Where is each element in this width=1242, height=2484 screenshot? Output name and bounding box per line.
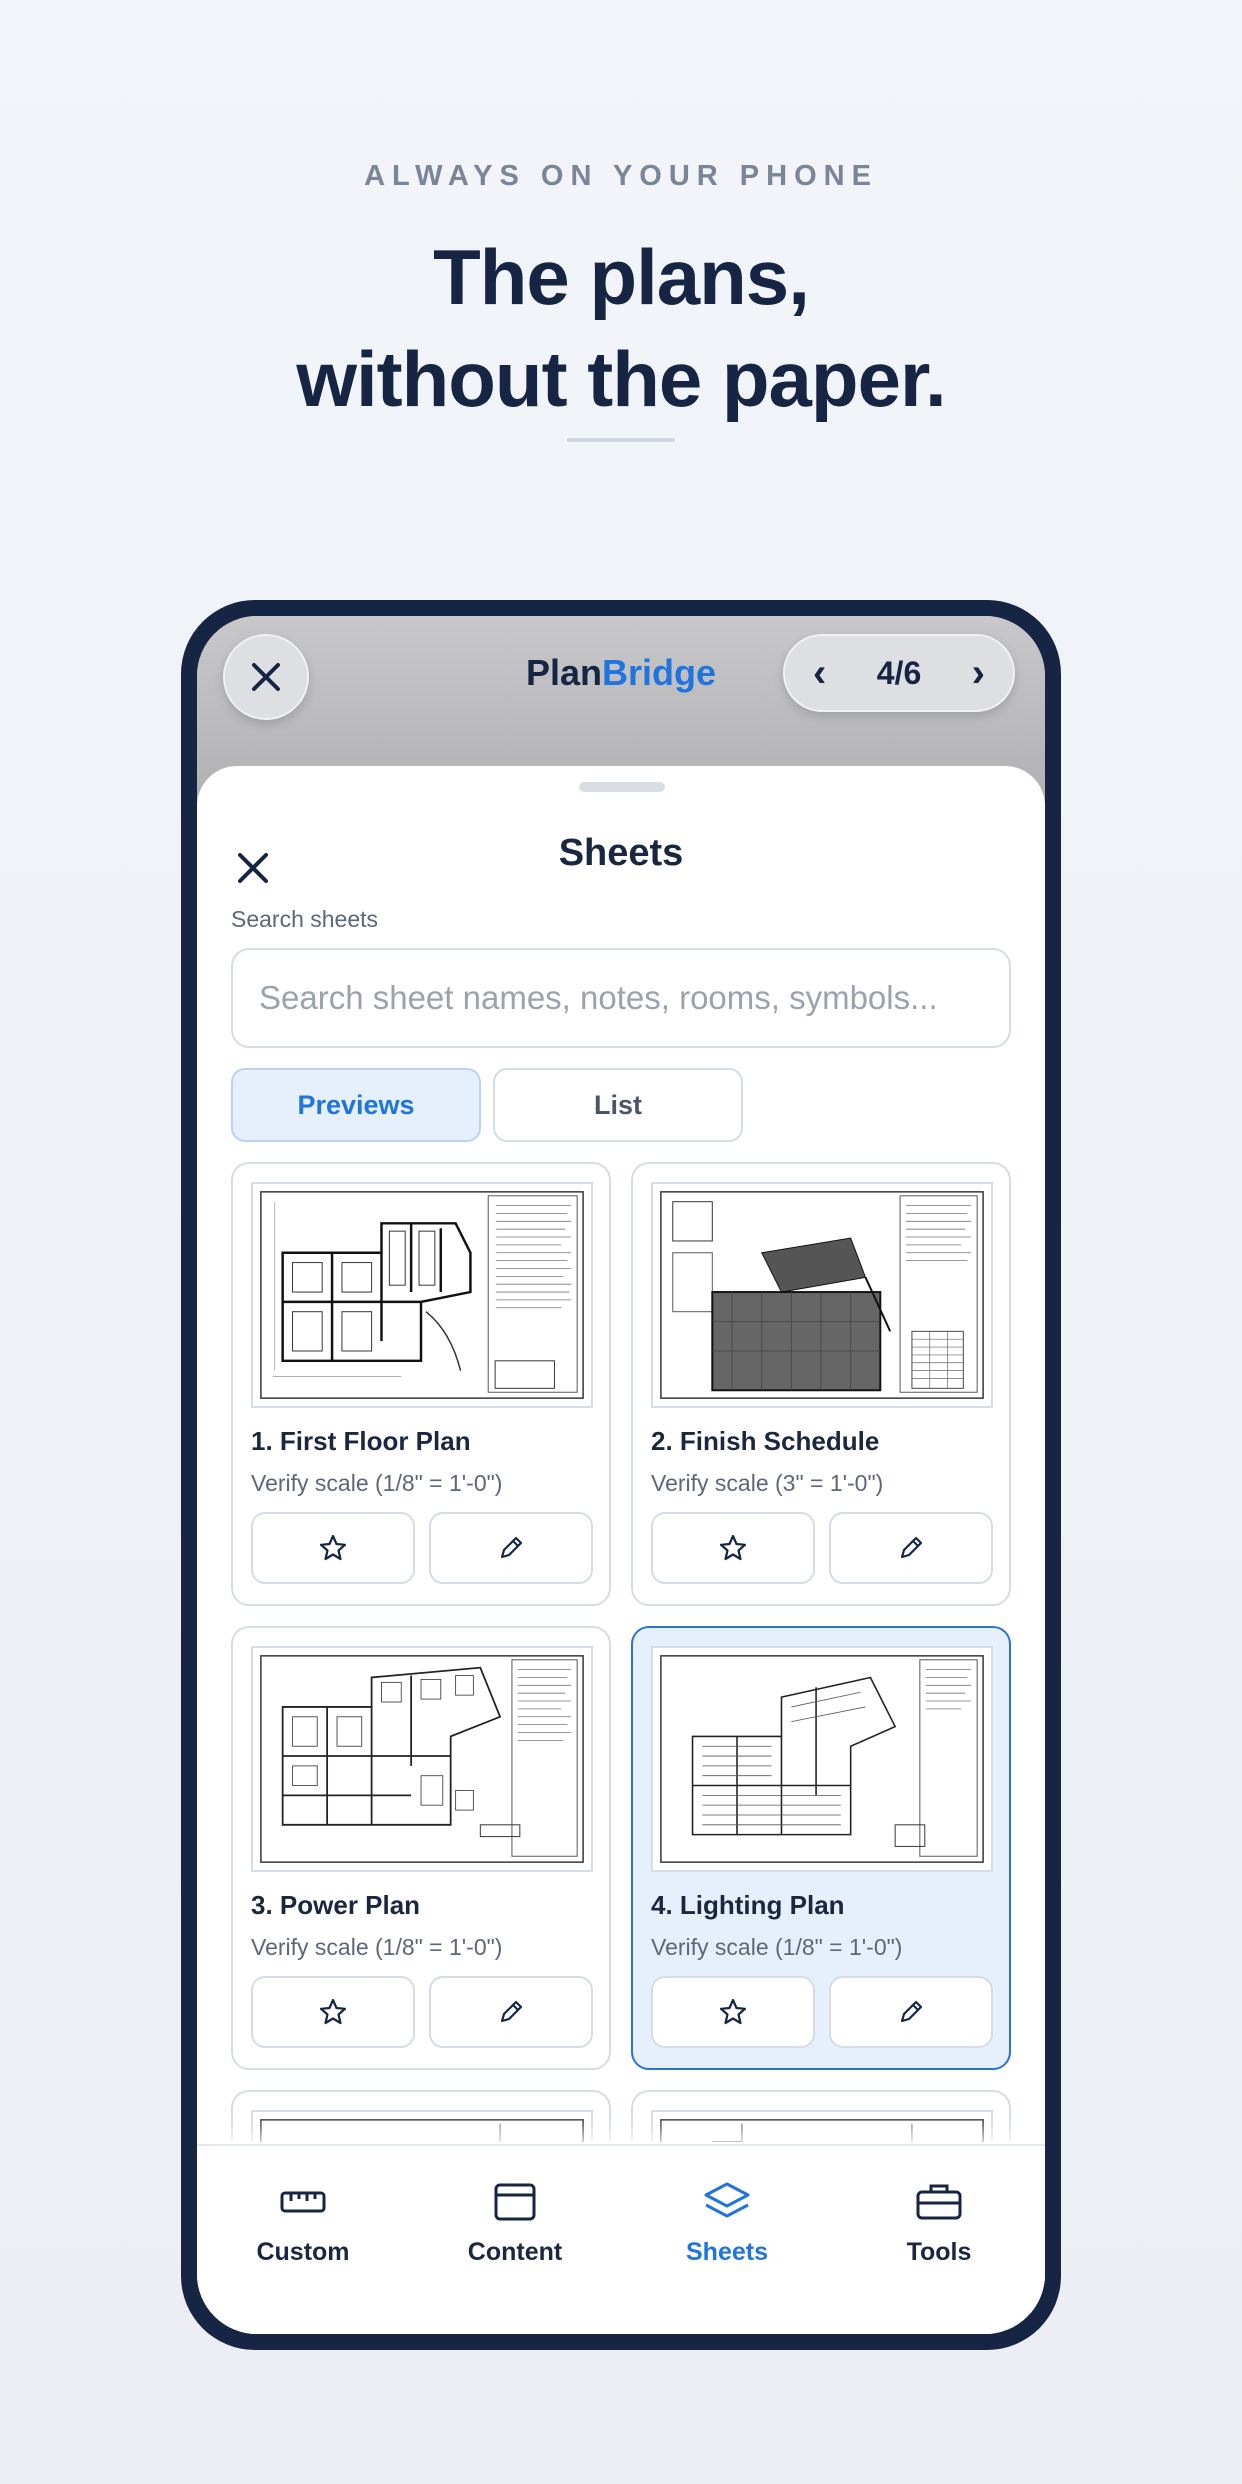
sheet-scale: Verify scale (1/8" = 1'-0") [251,1934,503,1960]
tab-tools[interactable]: Tools [833,2176,1045,2286]
headline-line-1: The plans, [433,233,810,321]
hero-headline: The plans, without the paper. [0,226,1242,430]
tab-label: Tools [906,2238,972,2266]
edit-button[interactable] [429,1512,593,1584]
tab-previews[interactable]: Previews [231,1068,481,1142]
sheet-scale: Verify scale (1/8" = 1'-0") [251,1470,503,1496]
star-icon [319,1998,347,2025]
sheet-thumbnail [651,1182,993,1408]
sheet-thumbnail [651,1646,993,1872]
hero-kicker: ALWAYS ON YOUR PHONE [364,160,878,192]
tab-label: Custom [256,2238,350,2266]
favorite-button[interactable] [251,1512,415,1584]
tab-custom[interactable]: Custom [197,2176,409,2286]
search-input[interactable] [231,948,1011,1048]
sheet-thumbnail [251,2110,593,2142]
ruler-icon [280,2191,326,2213]
sheet-title: 2. Finish Schedule [651,1426,880,1456]
edit-button[interactable] [429,1976,593,2048]
sheet-scale: Verify scale (3" = 1'-0") [651,1470,884,1496]
window-icon [494,2183,536,2221]
drag-handle[interactable] [579,782,665,792]
tab-content[interactable]: Content [409,2176,621,2286]
sheet-card[interactable]: 3. Power Plan Verify scale (1/8" = 1'-0"… [231,1626,611,2070]
sheet-card-selected[interactable]: 4. Lighting Plan Verify scale (1/8" = 1'… [631,1626,1011,2070]
favorite-button[interactable] [251,1976,415,2048]
layers-icon [704,2182,750,2218]
sheet-card[interactable]: 1. First Floor Plan Verify scale (1/8" =… [231,1162,611,1606]
bottom-tab-bar: Custom Content Sheets Tools [197,2144,1045,2334]
tab-label: Content [467,2238,563,2266]
sheet-card[interactable] [631,2090,1011,2142]
favorite-button[interactable] [651,1976,815,2048]
sheet-card[interactable]: 2. Finish Schedule Verify scale (3" = 1'… [631,1162,1011,1606]
sheets-panel: Sheets Search sheets Previews List [197,766,1045,2334]
headline-line-2: without the paper. [296,335,946,423]
star-icon [719,1534,747,1561]
phone-screen: PlanBridge ‹ 4/6 › Sheets Search sheets … [197,616,1045,2334]
sheet-title: 1. First Floor Plan [251,1426,471,1456]
pencil-icon [900,1536,923,1559]
sheet-thumbnail [251,1646,593,1872]
sheet-thumbnail [251,1182,593,1408]
sheet-scale: Verify scale (1/8" = 1'-0") [651,1934,903,1960]
pencil-icon [900,2000,923,2023]
tab-list[interactable]: List [493,1068,743,1142]
toolbox-icon [916,2184,962,2220]
page-indicator: 4/6 [876,654,922,691]
sheet-title: 4. Lighting Plan [651,1890,845,1920]
edit-button[interactable] [829,1976,993,2048]
headline-divider [567,438,675,442]
phone-frame: PlanBridge ‹ 4/6 › Sheets Search sheets … [181,600,1061,2350]
favorite-button[interactable] [651,1512,815,1584]
brand-name-part1: Plan [525,652,602,693]
app-logo: PlanBridge [497,652,745,694]
pencil-icon [500,1536,523,1559]
panel-title: Sheets [558,832,684,874]
pencil-icon [500,2000,523,2023]
sheet-thumbnail [651,2110,993,2142]
sheet-title: 3. Power Plan [251,1890,421,1920]
search-label: Search sheets [231,906,379,932]
page-pager: ‹ 4/6 › [783,634,1015,712]
tab-sheets[interactable]: Sheets [621,2176,833,2286]
star-icon [719,1998,747,2025]
star-icon [319,1534,347,1561]
edit-button[interactable] [829,1512,993,1584]
close-icon [252,663,280,691]
prev-page-button[interactable]: ‹ [813,653,826,693]
sheet-card[interactable] [231,2090,611,2142]
close-viewer-button[interactable] [223,634,309,720]
brand-name-part2: Bridge [602,652,717,693]
tab-label: Sheets [686,2238,768,2266]
next-page-button[interactable]: › [972,653,985,693]
sheet-grid: 1. First Floor Plan Verify scale (1/8" =… [231,1162,1011,2142]
